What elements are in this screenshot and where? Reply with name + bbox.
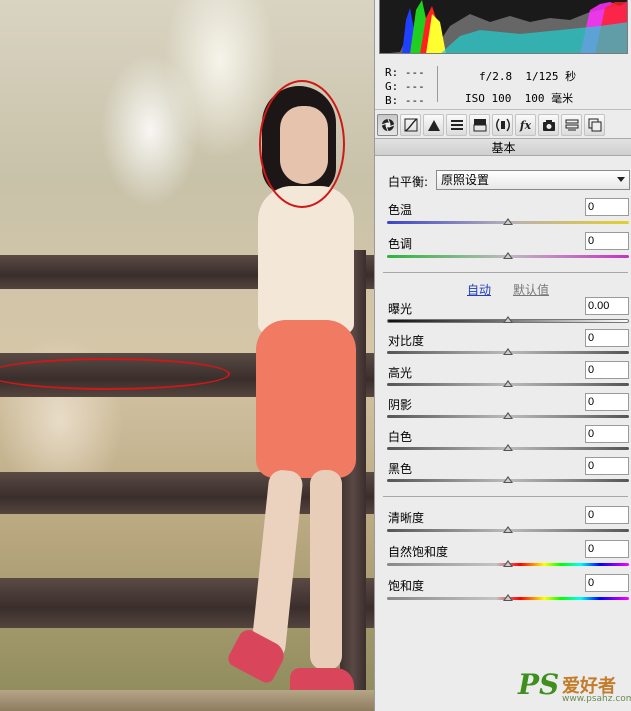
exposure-label: 曝光 [388, 302, 413, 316]
highlights-input[interactable]: 0 [585, 361, 629, 379]
r-readout: R: --- [385, 66, 425, 79]
white-balance-selected: 原照设置 [441, 173, 490, 187]
hsl-icon[interactable] [446, 114, 467, 136]
boardwalk [0, 690, 374, 711]
lens-corrections-icon[interactable] [492, 114, 513, 136]
histogram [379, 0, 628, 54]
watermark-url: www.psahz.com [562, 694, 631, 704]
whites-input[interactable]: 0 [585, 425, 629, 443]
shadows-input[interactable]: 0 [585, 393, 629, 411]
saturation-input[interactable]: 0 [585, 574, 629, 592]
subject-leg-right [310, 470, 342, 670]
shadows-label: 阴影 [388, 398, 413, 412]
contrast-input[interactable]: 0 [585, 329, 629, 347]
default-link[interactable]: 默认值 [513, 281, 549, 298]
auto-link[interactable]: 自动 [467, 281, 491, 298]
exif-iso-focal: ISO 100 100 毫米 [465, 90, 573, 106]
presets-icon[interactable] [561, 114, 582, 136]
highlights-thumb[interactable] [503, 380, 513, 387]
chevron-down-icon [617, 177, 625, 182]
info-readout: R: --- G: --- B: --- f/2.8 1/125 秒 ISO 1… [375, 58, 631, 110]
section-title-basic: 基本 [375, 138, 631, 156]
blacks-input[interactable]: 0 [585, 457, 629, 475]
temperature-input[interactable]: 0 [585, 198, 629, 216]
shutter-value: 1/125 秒 [525, 70, 577, 83]
highlights-label: 高光 [388, 366, 413, 380]
focal-length-value: 100 毫米 [524, 92, 574, 105]
clarity-label: 清晰度 [388, 511, 425, 525]
watermark-ps: PS [518, 668, 560, 701]
divider [383, 496, 628, 497]
tint-label: 色调 [388, 237, 413, 251]
panel-tabs-toolbar: fx [375, 114, 631, 138]
contrast-thumb[interactable] [503, 348, 513, 355]
detail-icon[interactable] [423, 114, 444, 136]
temperature-label: 色温 [388, 203, 413, 217]
watermark-logo: PS 爱好者 www.psahz.com [518, 668, 631, 708]
info-divider [437, 66, 438, 102]
whites-thumb[interactable] [503, 444, 513, 451]
aperture-icon[interactable] [377, 114, 398, 136]
aperture-value: f/2.8 [479, 70, 513, 83]
histogram-graph [390, 0, 627, 53]
tone-curve-icon[interactable] [400, 114, 421, 136]
subject-sweater [258, 186, 354, 334]
fx-icon[interactable]: fx [515, 114, 536, 136]
annotation-circle-face [259, 80, 345, 208]
clarity-thumb[interactable] [503, 526, 513, 533]
white-balance-dropdown[interactable]: 原照设置 [436, 170, 630, 190]
saturation-thumb[interactable] [503, 594, 513, 601]
blacks-thumb[interactable] [503, 476, 513, 483]
tint-input[interactable]: 0 [585, 232, 629, 250]
vibrance-input[interactable]: 0 [585, 540, 629, 558]
b-readout: B: --- [385, 94, 425, 107]
g-readout: G: --- [385, 80, 425, 93]
subject-dress [256, 320, 356, 478]
exposure-thumb[interactable] [503, 316, 513, 323]
saturation-label: 饱和度 [388, 579, 425, 593]
camera-calibration-icon[interactable] [538, 114, 559, 136]
exif-exposure: f/2.8 1/125 秒 [479, 68, 576, 84]
photo-preview [0, 0, 374, 711]
contrast-label: 对比度 [388, 334, 425, 348]
divider [383, 272, 628, 273]
tint-thumb[interactable] [503, 252, 513, 259]
camera-raw-panel: R: --- G: --- B: --- f/2.8 1/125 秒 ISO 1… [374, 0, 631, 711]
vibrance-thumb[interactable] [503, 560, 513, 567]
temperature-thumb[interactable] [503, 218, 513, 225]
split-toning-icon[interactable] [469, 114, 490, 136]
exposure-input[interactable]: 0.00 [585, 297, 629, 315]
shadows-thumb[interactable] [503, 412, 513, 419]
snapshots-icon[interactable] [584, 114, 605, 136]
vibrance-label: 自然饱和度 [388, 545, 449, 559]
clarity-input[interactable]: 0 [585, 506, 629, 524]
blacks-label: 黑色 [388, 462, 413, 476]
whites-label: 白色 [388, 430, 413, 444]
white-balance-label: 白平衡: [388, 175, 429, 189]
iso-value: ISO 100 [465, 92, 512, 105]
